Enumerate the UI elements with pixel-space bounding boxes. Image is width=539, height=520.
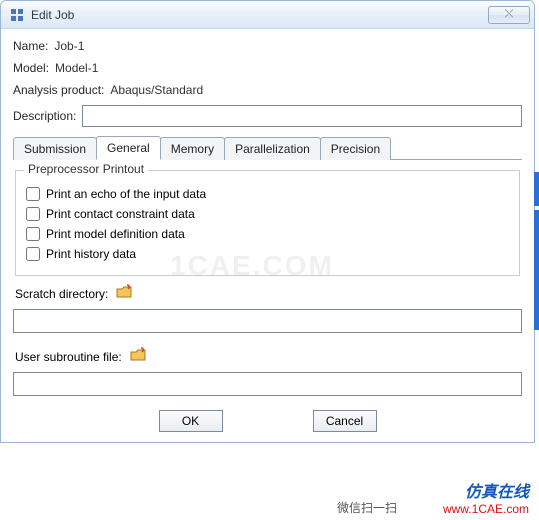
scratch-browse-button[interactable] [116,284,134,303]
preprocessor-title: Preprocessor Printout [24,162,148,176]
titlebar: Edit Job ⤬ [1,1,534,29]
brand-url: www.1CAE.com [443,502,529,516]
name-value: Job-1 [54,39,84,53]
opt-modeldef-checkbox[interactable] [26,227,40,241]
wechat-text: 微信扫一扫 [335,499,399,516]
product-label: Analysis product: [13,83,104,97]
opt-contact-checkbox[interactable] [26,207,40,221]
folder-open-icon [116,284,134,300]
model-value: Model-1 [55,61,98,75]
product-value: Abaqus/Standard [110,83,203,97]
opt-echo[interactable]: Print an echo of the input data [26,187,509,201]
subroutine-browse-button[interactable] [130,347,148,366]
window-title: Edit Job [31,8,488,22]
brand-text: 仿真在线 [465,478,529,502]
opt-modeldef[interactable]: Print model definition data [26,227,509,241]
description-input[interactable] [82,105,522,127]
opt-contact-label: Print contact constraint data [46,207,195,221]
folder-open-icon [130,347,148,363]
name-label: Name: [13,39,48,53]
opt-modeldef-label: Print model definition data [46,227,185,241]
opt-echo-label: Print an echo of the input data [46,187,206,201]
opt-history[interactable]: Print history data [26,247,509,261]
model-label: Model: [13,61,49,75]
client-area: Name: Job-1 Model: Model-1 Analysis prod… [1,29,534,442]
button-bar: OK Cancel [13,404,522,442]
cancel-button[interactable]: Cancel [313,410,377,432]
subroutine-input[interactable] [13,372,522,396]
tab-parallelization[interactable]: Parallelization [224,137,321,160]
close-button[interactable]: ⤬ [488,6,530,24]
subroutine-label: User subroutine file: [15,350,122,364]
watermark-footer: 微信扫一扫 仿真在线 www.1CAE.com [0,494,539,520]
tab-submission[interactable]: Submission [13,137,97,160]
scroll-marker [534,210,539,330]
tabs: Submission General Memory Parallelizatio… [13,135,522,160]
edit-job-window: Edit Job ⤬ Name: Job-1 Model: Model-1 An… [0,0,535,443]
opt-contact[interactable]: Print contact constraint data [26,207,509,221]
scratch-input[interactable] [13,309,522,333]
scroll-marker [534,172,539,206]
opt-history-checkbox[interactable] [26,247,40,261]
tab-general[interactable]: General [96,136,161,160]
preprocessor-group: Preprocessor Printout Print an echo of t… [15,170,520,276]
app-icon [9,7,25,23]
close-icon: ⤬ [505,8,514,21]
ok-button[interactable]: OK [159,410,223,432]
tab-memory[interactable]: Memory [160,137,225,160]
opt-echo-checkbox[interactable] [26,187,40,201]
scratch-label: Scratch directory: [15,287,108,301]
tab-precision[interactable]: Precision [320,137,391,160]
opt-history-label: Print history data [46,247,136,261]
description-label: Description: [13,109,76,123]
